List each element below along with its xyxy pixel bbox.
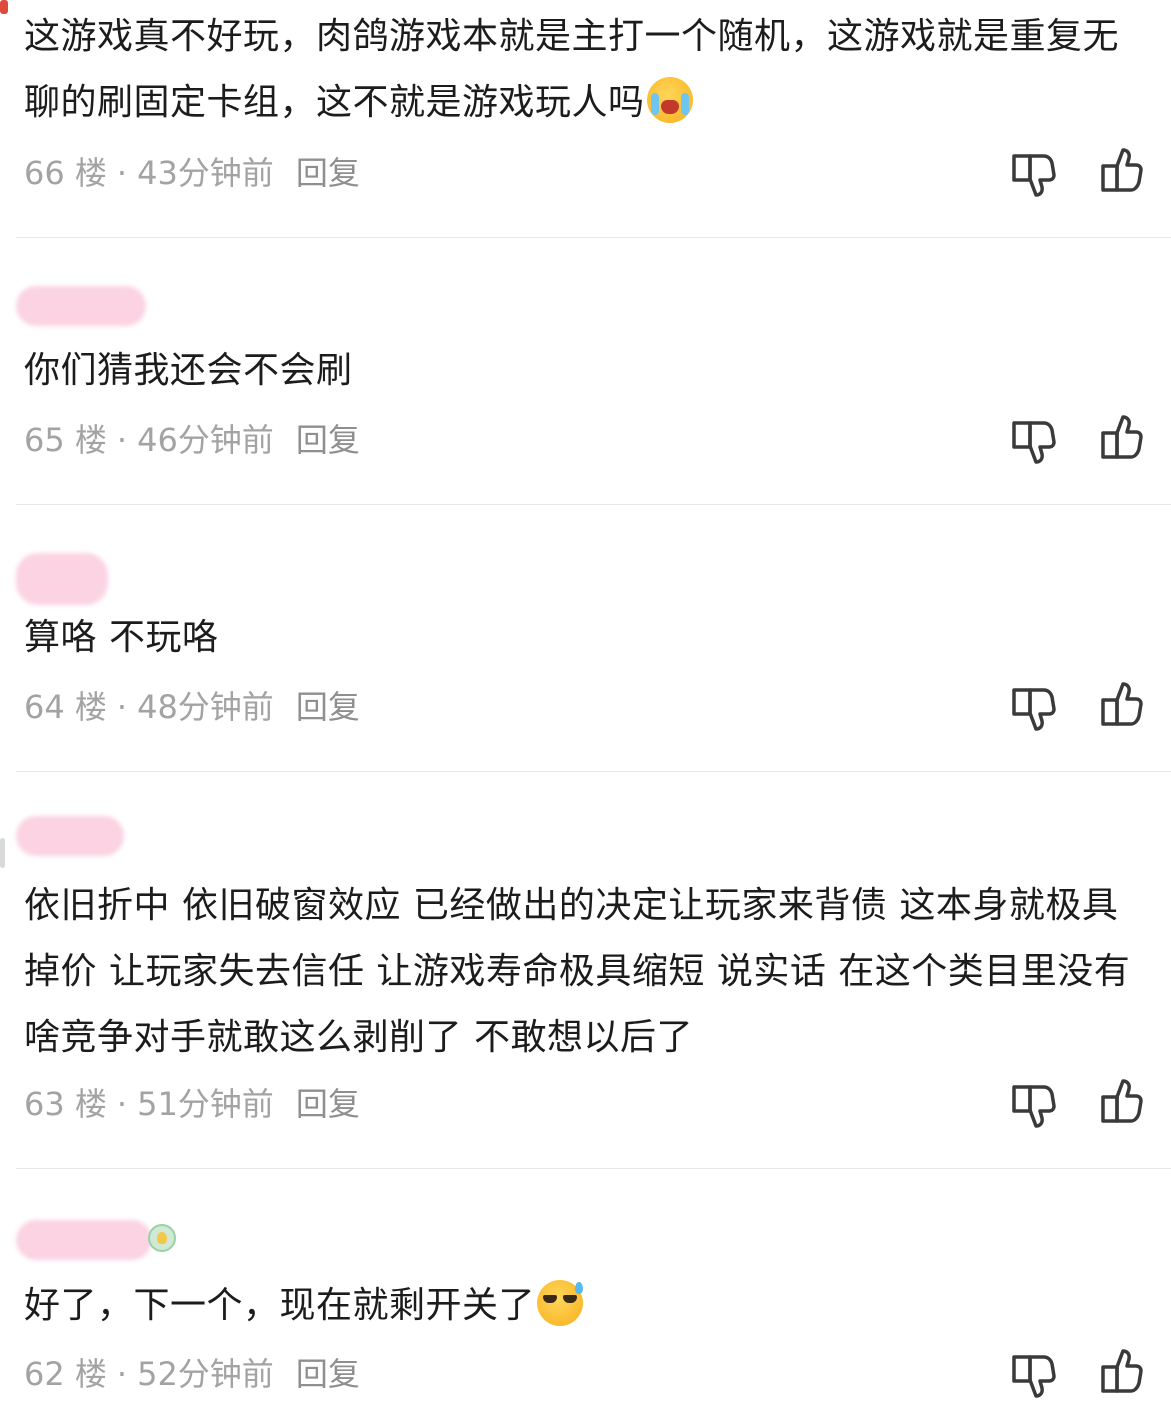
comment-divider	[16, 504, 1171, 505]
floor-number: 64 楼	[24, 688, 107, 726]
comment-text: 你们猜我还会不会刷	[24, 350, 353, 391]
reply-button[interactable]: 回复	[296, 1352, 360, 1396]
like-button[interactable]	[1099, 413, 1149, 463]
meta-separator: ·	[116, 154, 128, 192]
thumbs-up-icon	[1101, 1349, 1143, 1393]
comment-divider	[16, 237, 1171, 238]
comment-divider	[16, 1168, 1171, 1169]
edge-mark-middle	[0, 838, 5, 868]
comment-text-body: 这游戏真不好玩，肉鸽游戏本就是主打一个随机，这游戏就是重复无聊的刷固定卡组，这不…	[24, 16, 1120, 123]
comment-text: 算咯 不玩咯	[24, 617, 219, 658]
reply-button[interactable]: 回复	[296, 418, 360, 462]
dislike-button[interactable]	[1008, 1079, 1058, 1129]
timestamp: 46分钟前	[137, 421, 274, 459]
timestamp: 48分钟前	[137, 688, 274, 726]
meta-separator: ·	[116, 688, 128, 726]
username-blurred[interactable]	[16, 286, 146, 326]
thumbs-up-icon	[1101, 415, 1143, 459]
reply-button[interactable]: 回复	[296, 1082, 360, 1126]
like-button[interactable]	[1099, 146, 1149, 196]
floor-number: 65 楼	[24, 421, 107, 459]
comment-divider	[16, 771, 1171, 772]
thumbs-down-icon	[1012, 1355, 1056, 1398]
reply-button[interactable]: 回复	[296, 685, 360, 729]
timestamp: 52分钟前	[137, 1355, 274, 1393]
floor-number: 63 楼	[24, 1085, 107, 1123]
thumbs-down-icon	[1012, 421, 1056, 464]
reply-button[interactable]: 回复	[296, 151, 360, 195]
timestamp: 51分钟前	[137, 1085, 274, 1123]
comment-text: 依旧折中 依旧破窗效应 已经做出的决定让玩家来背债 这本身就极具掉价 让玩家失去…	[24, 885, 1131, 1058]
floor-number: 66 楼	[24, 154, 107, 192]
thumbs-up-icon	[1101, 148, 1143, 192]
meta-separator: ·	[116, 1085, 128, 1123]
comment-text-body: 好了，下一个，现在就剩开关了	[24, 1285, 536, 1326]
comment-text: 这游戏真不好玩，肉鸽游戏本就是主打一个随机，这游戏就是重复无聊的刷固定卡组，这不…	[24, 4, 1149, 136]
crying-face-emoji	[646, 77, 693, 123]
thumbs-up-icon	[1101, 1079, 1143, 1123]
thumbs-down-icon	[1012, 154, 1056, 197]
dislike-button[interactable]	[1008, 682, 1058, 732]
comment-meta: 64 楼 · 48分钟前 回复	[24, 685, 360, 729]
like-button[interactable]	[1099, 1347, 1149, 1397]
comment-text: 好了，下一个，现在就剩开关了	[24, 1273, 1149, 1339]
thumbs-down-icon	[1012, 688, 1056, 731]
comment-meta: 62 楼 · 52分钟前 回复	[24, 1352, 360, 1396]
dislike-button[interactable]	[1008, 148, 1058, 198]
dislike-button[interactable]	[1008, 415, 1058, 465]
floor-number: 62 楼	[24, 1355, 107, 1393]
edge-mark-top	[0, 0, 8, 14]
comment-meta: 65 楼 · 46分钟前 回复	[24, 418, 360, 462]
like-button[interactable]	[1099, 1077, 1149, 1127]
user-badge-icon	[148, 1224, 176, 1252]
comment-meta: 66 楼 · 43分钟前 回复	[24, 151, 360, 195]
username-blurred[interactable]	[16, 1220, 152, 1260]
thumbs-down-icon	[1012, 1085, 1056, 1128]
timestamp: 43分钟前	[137, 154, 274, 192]
username-blurred[interactable]	[16, 553, 108, 605]
meta-separator: ·	[116, 1355, 128, 1393]
dislike-button[interactable]	[1008, 1349, 1058, 1399]
thumbs-up-icon	[1101, 682, 1143, 726]
meta-separator: ·	[116, 421, 128, 459]
comment-meta: 63 楼 · 51分钟前 回复	[24, 1082, 360, 1126]
cool-sweat-emoji	[537, 1280, 584, 1326]
username-blurred[interactable]	[16, 816, 124, 856]
like-button[interactable]	[1099, 680, 1149, 730]
